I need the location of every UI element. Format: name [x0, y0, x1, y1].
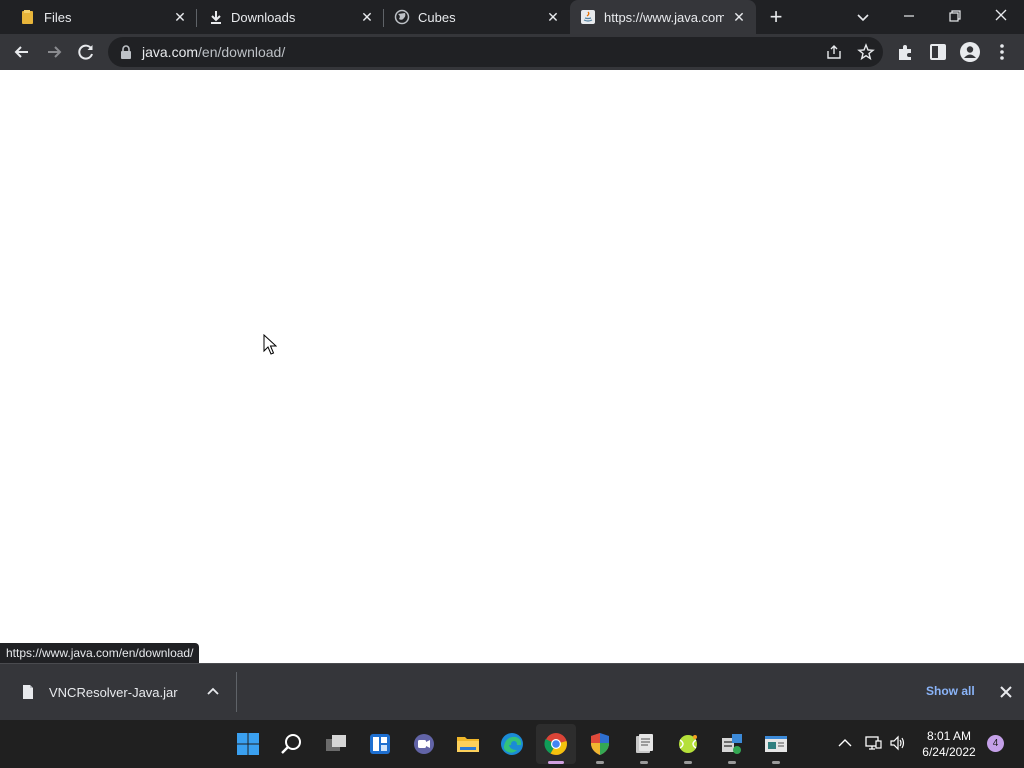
search-icon [281, 734, 301, 754]
clock-time: 8:01 AM [926, 729, 972, 743]
clock-date: 6/24/2022 [922, 745, 976, 759]
running-indicator [728, 761, 736, 764]
globe-icon [394, 9, 410, 25]
task-view-icon [326, 735, 346, 751]
running-indicator [640, 761, 648, 764]
close-icon[interactable]: ✕ [359, 9, 375, 25]
widgets-icon [370, 734, 390, 754]
chevron-up-icon[interactable] [205, 684, 221, 700]
edge-button[interactable] [492, 724, 532, 764]
tab-title: https://www.java.com/en/download/ [604, 10, 724, 25]
running-indicator [596, 761, 604, 764]
show-all-button[interactable]: Show all [926, 684, 975, 698]
extensions-puzzle-icon[interactable] [895, 41, 917, 63]
url-path: /en/download/ [198, 44, 286, 60]
tab-java-download[interactable]: https://www.java.com/en/download/ ✕ [570, 0, 756, 34]
address-bar[interactable]: java.com/en/download/ [108, 37, 883, 67]
tab-search-icon[interactable] [853, 7, 873, 27]
volume-icon[interactable] [889, 734, 907, 752]
restore-icon[interactable] [943, 5, 967, 27]
file-explorer-button[interactable] [448, 724, 488, 764]
tab-cubes[interactable]: Cubes ✕ [384, 0, 568, 34]
forward-icon[interactable] [43, 41, 65, 63]
teams-chat-button[interactable] [404, 724, 444, 764]
url-text[interactable]: java.com/en/download/ [142, 44, 285, 60]
file-icon [23, 685, 33, 699]
search-button[interactable] [272, 724, 312, 764]
link-status-bubble: https://www.java.com/en/download/ [0, 643, 200, 663]
download-icon [211, 11, 221, 24]
scripts-button[interactable] [624, 724, 664, 764]
windows-taskbar: 8:01 AM 6/24/2022 [0, 720, 1024, 768]
start-button[interactable] [228, 724, 268, 764]
tennis-ball-button[interactable] [668, 724, 708, 764]
shelf-divider [236, 672, 237, 712]
tab-title: Files [44, 10, 72, 25]
close-icon[interactable] [998, 684, 1014, 700]
mouse-cursor-icon [263, 334, 277, 355]
share-icon[interactable] [825, 43, 843, 61]
browser-toolbar: java.com/en/download/ [0, 34, 1024, 70]
bookmark-star-icon[interactable] [857, 43, 875, 61]
java-icon [581, 10, 595, 24]
tab-title: Cubes [418, 10, 456, 25]
reload-icon[interactable] [75, 41, 97, 63]
running-indicator [684, 761, 692, 764]
tab-files[interactable]: Files ✕ [0, 0, 194, 34]
tab-strip: Files ✕ Downloads ✕ Cubes ✕ https://www.… [0, 0, 1024, 34]
new-tab-button[interactable]: + [766, 6, 786, 28]
tab-title: Downloads [231, 10, 296, 25]
terminal-window-icon [765, 736, 787, 752]
close-icon[interactable]: ✕ [731, 9, 747, 25]
start-icon [237, 733, 259, 755]
download-item[interactable]: VNCResolver-Java.jar [0, 664, 236, 720]
system-clock[interactable]: 8:01 AM 6/24/2022 [914, 728, 984, 760]
chevron-up-icon[interactable] [836, 734, 854, 752]
tennis-ball-icon [679, 735, 697, 753]
teams-chat-icon [414, 734, 434, 754]
tab-downloads[interactable]: Downloads ✕ [196, 0, 382, 34]
chrome-icon [544, 733, 567, 755]
download-file-name: VNCResolver-Java.jar [49, 685, 178, 700]
security-shield-button[interactable] [580, 724, 620, 764]
file-explorer-icon [457, 737, 479, 752]
folder-icon [22, 10, 33, 24]
security-shield-icon [591, 733, 609, 755]
side-panel-icon[interactable] [927, 41, 949, 63]
back-icon[interactable] [11, 41, 33, 63]
download-shelf: VNCResolver-Java.jar Show all [0, 663, 1024, 720]
running-indicator [548, 761, 564, 764]
edge-icon [501, 733, 523, 755]
network-tool-icon [722, 734, 742, 754]
close-icon[interactable]: ✕ [545, 9, 561, 25]
chrome-button[interactable] [536, 724, 576, 764]
network-tool-button[interactable] [712, 724, 752, 764]
widgets-button[interactable] [360, 724, 400, 764]
scripts-icon [636, 734, 653, 753]
close-icon[interactable]: ✕ [172, 9, 188, 25]
profile-avatar-icon[interactable] [959, 41, 981, 63]
running-indicator [772, 761, 780, 764]
network-icon[interactable] [864, 734, 882, 752]
more-menu-icon[interactable] [991, 41, 1013, 63]
notification-badge[interactable]: 4 [987, 735, 1004, 752]
terminal-window-button[interactable] [756, 724, 796, 764]
minimize-icon[interactable] [897, 5, 921, 27]
lock-icon[interactable] [120, 45, 132, 59]
page-content [0, 70, 1024, 663]
url-host: java.com [142, 44, 199, 60]
close-window-icon[interactable] [989, 5, 1013, 27]
task-view-button[interactable] [316, 724, 356, 764]
